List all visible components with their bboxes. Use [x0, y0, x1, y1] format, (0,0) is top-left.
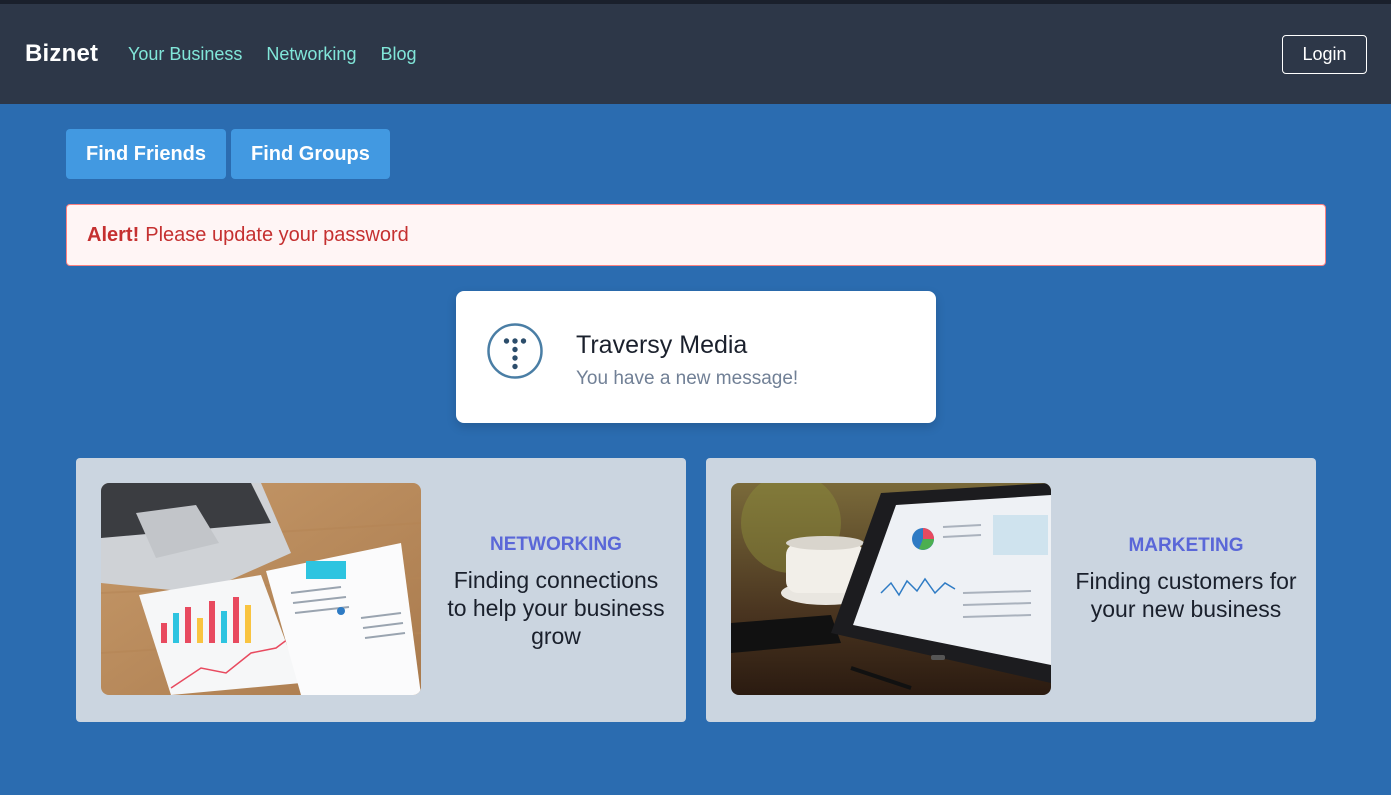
password-alert: Alert! Please update your password — [66, 204, 1326, 266]
feature-description: Finding customers for your new business — [1075, 568, 1297, 622]
feature-text-marketing: Marketing Finding customers for your new… — [1071, 535, 1301, 623]
brand-logo[interactable]: Biznet — [25, 40, 98, 68]
action-button-group: Find Friends Find Groups — [66, 129, 395, 179]
navbar: Biznet Your Business Networking Blog Log… — [0, 4, 1391, 104]
alert-text: Please update your password — [145, 223, 409, 246]
tablet-analytics-image — [731, 483, 1051, 695]
login-button[interactable]: Login — [1282, 35, 1367, 74]
feature-category: Marketing — [1128, 535, 1244, 556]
nav-link-your-business[interactable]: Your Business — [128, 44, 242, 65]
feature-text-networking: Networking Finding connections to help y… — [441, 534, 671, 650]
alert-label: Alert! — [87, 223, 140, 246]
feature-card-marketing[interactable]: Marketing Finding customers for your new… — [706, 458, 1316, 722]
nav-link-networking[interactable]: Networking — [266, 44, 356, 65]
printed-charts-image — [101, 483, 421, 695]
message-sender: Traversy Media — [576, 331, 748, 359]
find-friends-button[interactable]: Find Friends — [66, 129, 226, 179]
nav-links: Your Business Networking Blog — [128, 44, 441, 65]
nav-link-blog[interactable]: Blog — [380, 44, 416, 65]
traversy-logo-icon — [487, 323, 543, 379]
find-groups-button[interactable]: Find Groups — [231, 129, 390, 179]
message-card[interactable]: Traversy Media You have a new message! — [456, 291, 936, 423]
message-preview: You have a new message! — [576, 368, 799, 389]
feature-category: Networking — [490, 534, 622, 555]
feature-description: Finding connections to help your busines… — [447, 567, 665, 649]
feature-card-networking[interactable]: Networking Finding connections to help y… — [76, 458, 686, 722]
